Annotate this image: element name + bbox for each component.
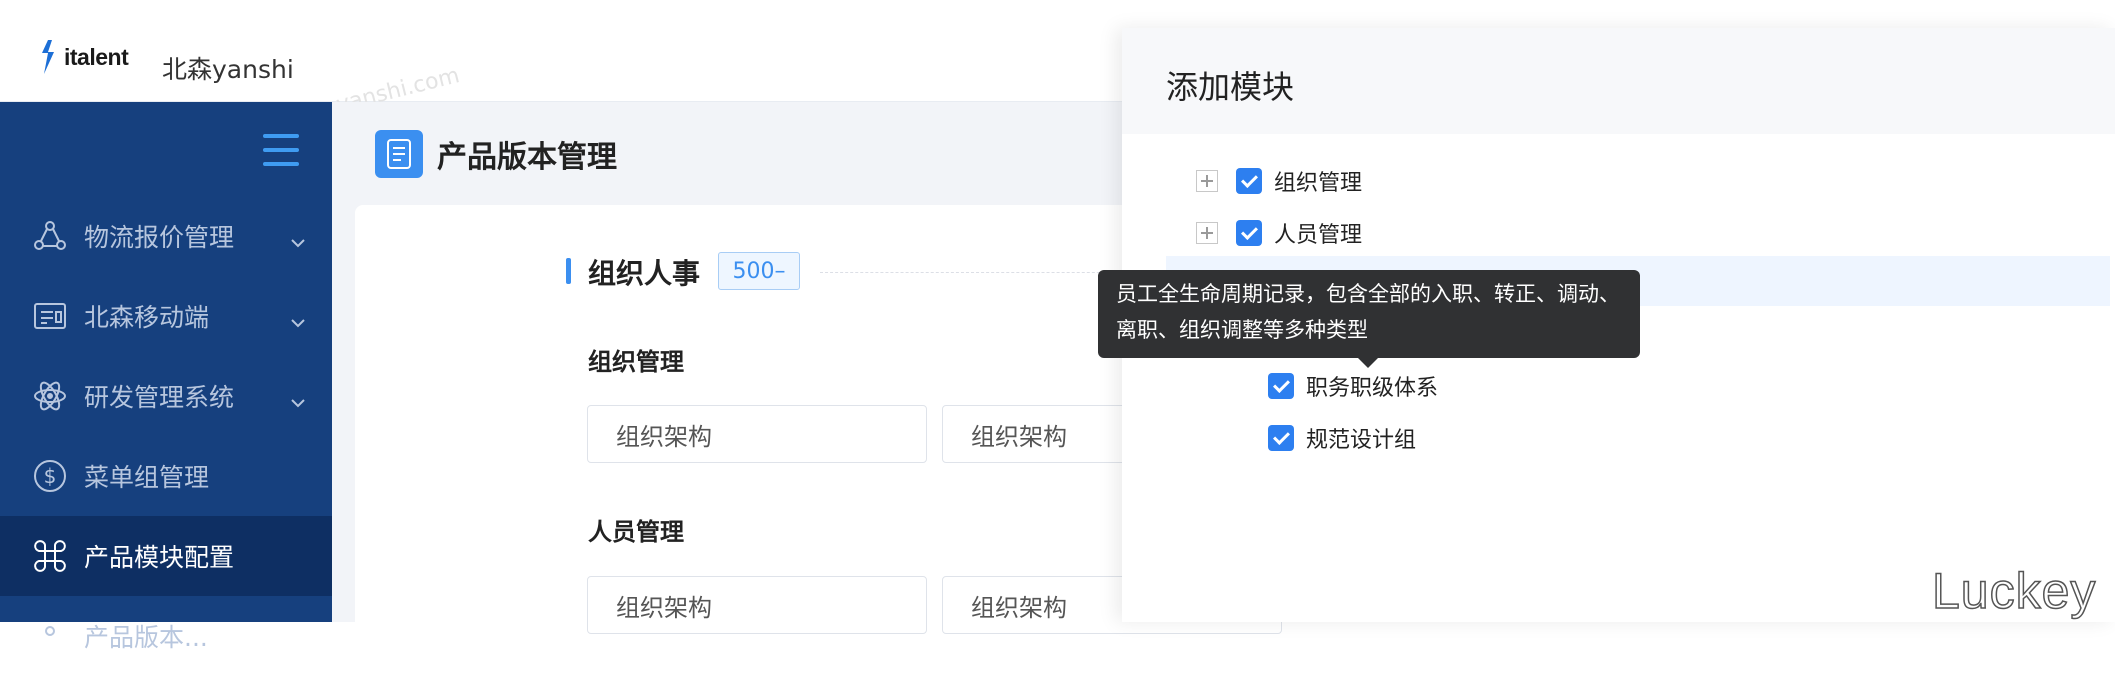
drawer-header: 添加模块 [1122,28,2115,134]
nodes-icon [30,216,70,256]
sidebar-item-label: 研发管理系统 [84,383,235,412]
tooltip: 员工全生命周期记录，包含全部的入职、转正、调动、离职、组织调整等多种类型 [1098,270,1640,358]
section-title: 组织人事 [588,257,701,290]
drawer-title: 添加模块 [1166,68,1295,106]
tree-node-design-group[interactable]: 规范设计组 [1268,422,1416,454]
sidebar-item-label: 产品版本... [84,623,208,652]
logo-text: italent [64,43,129,70]
sidebar-item-product-version[interactable]: 产品版本... [0,596,332,676]
group-title: 人员管理 [588,518,684,546]
expand-icon[interactable] [1196,222,1218,244]
chevron-down-icon[interactable] [290,385,306,414]
tree-node-org-mgmt[interactable]: 组织管理 [1196,165,1362,197]
checkbox[interactable] [1268,425,1294,451]
checkbox[interactable] [1236,168,1262,194]
tree-node-label: 规范设计组 [1306,428,1417,453]
svg-text:$: $ [44,464,57,488]
tree-node-staff-mgmt[interactable]: 人员管理 [1196,217,1362,249]
top-header: italent 北森yanshi [0,0,1130,102]
tree-node-job-levels[interactable]: 职务职级体系 [1268,370,1438,402]
page-title: 产品版本管理 [437,140,617,175]
id-card-icon [30,296,70,336]
tooltip-arrow [1356,356,1380,368]
atom-icon [30,376,70,416]
tree-node-label: 职务职级体系 [1306,376,1439,401]
command-icon [30,536,70,576]
page-header: 产品版本管理 [375,130,617,178]
sidebar-item-product-module[interactable]: 产品模块配置 [0,516,332,596]
module-field[interactable]: 组织架构 [587,576,927,634]
sidebar-menu: 物流报价管理 北森移动端 研发管理系统 $ 菜单组管理 产品模块配置 产品版本.… [0,196,332,676]
tree-node-label: 人员管理 [1274,223,1363,248]
sidebar: 物流报价管理 北森移动端 研发管理系统 $ 菜单组管理 产品模块配置 产品版本.… [0,102,332,652]
checkbox[interactable] [1236,220,1262,246]
logo-icon [38,40,56,74]
partial-icon [30,616,70,656]
corner-watermark: Luckey [1931,562,2097,620]
italent-logo[interactable]: italent [38,40,129,74]
module-field[interactable]: 组织架构 [587,405,927,463]
sidebar-item-label: 产品模块配置 [84,543,235,572]
chevron-down-icon[interactable] [290,225,306,254]
sidebar-item-label: 菜单组管理 [84,463,210,492]
sidebar-item-label: 物流报价管理 [84,223,235,252]
section-marker [566,258,571,284]
chevron-down-icon[interactable] [290,305,306,334]
checkbox[interactable] [1268,373,1294,399]
sidebar-item-menu-group[interactable]: $ 菜单组管理 [0,436,332,516]
dollar-icon: $ [30,456,70,496]
tree-node-label: 组织管理 [1274,171,1363,196]
sidebar-item-rd-system[interactable]: 研发管理系统 [0,356,332,436]
company-name: 北森yanshi [162,55,294,84]
expand-icon[interactable] [1196,170,1218,192]
section-divider [820,272,1120,273]
sidebar-item-label: 北森移动端 [84,303,210,332]
group-title: 组织管理 [588,348,684,376]
sidebar-item-mobile[interactable]: 北森移动端 [0,276,332,356]
menu-toggle-icon[interactable] [263,134,299,168]
document-icon [375,130,423,178]
sidebar-item-logistics-quote[interactable]: 物流报价管理 [0,196,332,276]
section-badge: 500– [718,252,800,290]
